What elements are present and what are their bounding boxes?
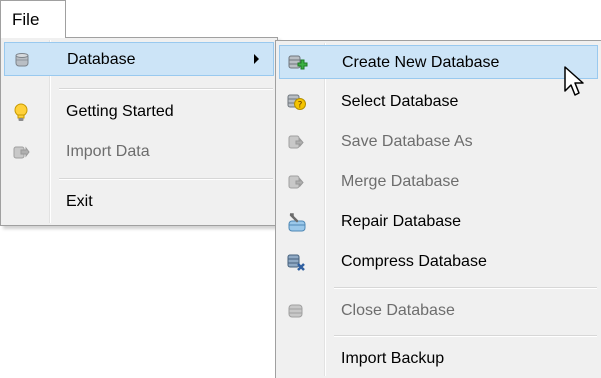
menu-item-exit[interactable]: Exit: [4, 185, 274, 219]
repair-database-icon: [287, 213, 306, 232]
menu-item-select-database[interactable]: ? Select Database: [279, 85, 598, 119]
file-menu: Database Getting Started Import Data Exi…: [0, 37, 278, 226]
menu-separator: [334, 335, 597, 337]
menu-item-import-data-label: Import Data: [66, 143, 150, 160]
close-database-icon: [287, 302, 305, 320]
menu-item-save-database-as[interactable]: Save Database As: [279, 125, 598, 159]
menu-item-getting-started[interactable]: Getting Started: [4, 95, 274, 129]
menu-item-close-database-label: Close Database: [341, 302, 455, 319]
menu-item-repair-database-label: Repair Database: [341, 213, 462, 230]
database-submenu: Create New Database ? Select Database Sa…: [275, 40, 601, 378]
menu-item-getting-started-label: Getting Started: [66, 103, 174, 120]
menu-item-create-new-database-label: Create New Database: [342, 54, 500, 71]
menu-item-exit-label: Exit: [66, 193, 93, 210]
menu-item-import-data[interactable]: Import Data: [4, 135, 274, 169]
submenu-arrow-icon: [254, 54, 259, 64]
mouse-pointer-icon: [563, 65, 587, 101]
merge-database-icon: [287, 173, 305, 191]
menu-item-import-backup-label: Import Backup: [341, 350, 445, 367]
menu-item-compress-database-label: Compress Database: [341, 253, 487, 270]
lightbulb-icon: [12, 103, 30, 121]
menu-item-database-label: Database: [67, 51, 136, 68]
compress-database-icon: [287, 253, 305, 271]
menu-item-merge-database-label: Merge Database: [341, 173, 460, 190]
menubar-file-label: File: [12, 10, 40, 29]
menu-item-merge-database[interactable]: Merge Database: [279, 165, 598, 199]
screen: File Database Getting Started Import Dat…: [0, 0, 601, 378]
menu-item-import-backup[interactable]: Import Backup: [279, 342, 598, 376]
create-database-icon: [288, 54, 308, 72]
menu-item-compress-database[interactable]: Compress Database: [279, 245, 598, 279]
import-data-icon: [12, 143, 30, 161]
save-database-icon: [287, 133, 305, 151]
menu-item-close-database[interactable]: Close Database: [279, 294, 598, 328]
menu-separator: [59, 88, 273, 90]
svg-text:?: ?: [298, 101, 303, 111]
database-icon: [13, 51, 31, 69]
menu-separator: [334, 287, 597, 289]
menu-item-create-new-database[interactable]: Create New Database: [279, 45, 598, 79]
menubar-file-tab[interactable]: File: [0, 0, 66, 38]
menu-item-repair-database[interactable]: Repair Database: [279, 205, 598, 239]
menu-separator: [59, 178, 273, 180]
menu-item-database[interactable]: Database: [4, 42, 274, 76]
menu-item-save-database-as-label: Save Database As: [341, 133, 473, 150]
menu-item-select-database-label: Select Database: [341, 93, 459, 110]
select-database-icon: ?: [287, 93, 306, 111]
